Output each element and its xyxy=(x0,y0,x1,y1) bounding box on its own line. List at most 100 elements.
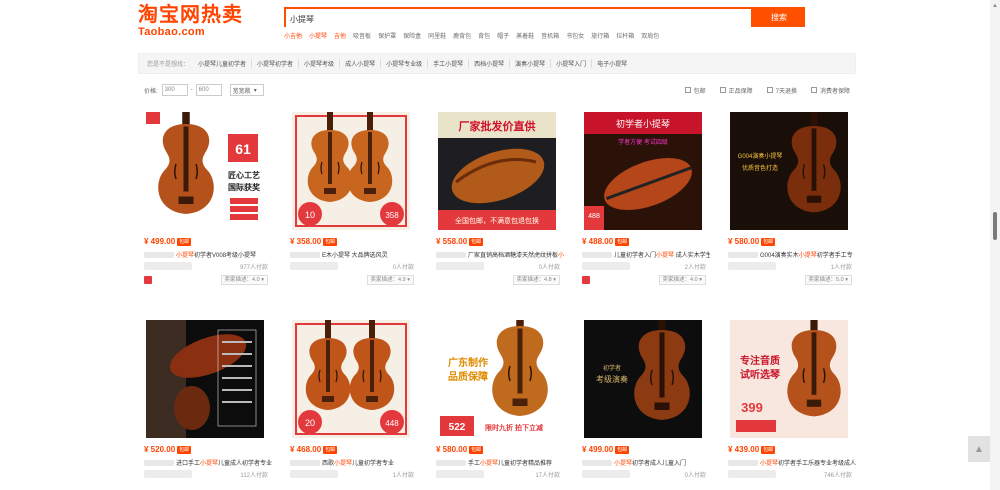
product-card[interactable]: 广东制作 品质保障 522 限时九折 拍下立减 ¥ 580.00 包邮 手工小提琴… xyxy=(430,312,568,490)
product-image[interactable]: 20 448 xyxy=(292,320,410,438)
product-image[interactable]: 初学者小提琴 学者方便 考试四级 488 xyxy=(584,112,702,230)
search-box xyxy=(284,7,753,28)
product-image[interactable]: 初学者 考级演奏 xyxy=(584,320,702,438)
suggestion-link[interactable]: 小提琴专业级 xyxy=(381,59,429,68)
product-title[interactable]: G004演奏实木小提琴初学者手工专 xyxy=(728,250,856,259)
hot-keyword[interactable]: 保险盒 xyxy=(403,31,421,40)
scrollbar-thumb[interactable] xyxy=(993,212,997,240)
product-title[interactable]: 厂家直销高档酒糖漆天然虎纹拼板小提琴 xyxy=(436,250,564,259)
service-checkbox[interactable]: 消费者保障 xyxy=(810,86,850,95)
hot-keyword[interactable]: 拉杆箱 xyxy=(616,31,634,40)
hot-keyword[interactable]: 鹿背包 xyxy=(453,31,471,40)
checkbox-box[interactable] xyxy=(684,87,691,93)
search-button[interactable]: 搜索 xyxy=(753,7,805,27)
hot-keyword[interactable]: 书包女 xyxy=(566,31,584,40)
hot-keyword[interactable]: 音机箱 xyxy=(541,31,559,40)
product-price-row: ¥ 468.00 包邮 xyxy=(290,445,338,454)
price-min-input[interactable]: 300 xyxy=(161,84,188,96)
product-title[interactable]: 进口手工小提琴儿童成人初学者专业级小 xyxy=(144,458,272,467)
product-card[interactable]: 初学者 考级演奏 ¥ 499.00 包邮 小提琴初学者成人儿童入门 0人付款 xyxy=(576,312,714,490)
shop-row: 0人付款 xyxy=(290,262,418,271)
back-to-top-button[interactable]: ▲ xyxy=(968,436,990,462)
hot-keyword[interactable]: 双肩包 xyxy=(641,31,659,40)
product-image[interactable]: 10 358 xyxy=(292,112,410,230)
product-price: ¥ 358.00 xyxy=(290,237,322,246)
shop-name-blurred[interactable] xyxy=(290,470,338,478)
hot-keyword[interactable]: 小吉他 xyxy=(284,31,302,40)
product-image[interactable]: 厂家批发价直供 全国包邮，不满意包退包换 xyxy=(438,112,556,230)
product-card[interactable]: ¥ 520.00包邮 进口手工小提琴儿童成人初学者专业级小 112人付款 xyxy=(138,312,276,490)
hot-keyword[interactable]: 同里鞋 xyxy=(428,31,446,40)
suggestion-link[interactable]: 手工小提琴 xyxy=(428,59,470,68)
suggestion-link[interactable]: 小提琴初学者 xyxy=(252,59,300,68)
search-input[interactable] xyxy=(286,11,751,28)
product-title[interactable]: 小提琴初学者手工乐器专业考级成人 xyxy=(728,458,856,467)
seller-rating[interactable]: 卖家描述：4.0 ▾ xyxy=(658,275,706,285)
product-title[interactable]: 西歌小提琴儿童初学者专业 xyxy=(290,458,418,467)
product-card[interactable]: 初学者小提琴 学者方便 考试四级 488 ¥ 488.00 包邮 儿童初学者入门小… xyxy=(576,104,714,296)
tmall-icon[interactable] xyxy=(582,276,590,284)
shop-name-blurred[interactable] xyxy=(582,262,630,270)
suggestion-link[interactable]: 小提琴入门 xyxy=(551,59,593,68)
product-image[interactable] xyxy=(146,320,264,438)
suggestion-link[interactable]: 成人小提琴 xyxy=(340,59,382,68)
hot-keyword[interactable]: 蒸着鞋 xyxy=(516,31,534,40)
blurred-text xyxy=(582,460,612,467)
shop-name-blurred[interactable] xyxy=(436,262,484,270)
checkbox-box[interactable] xyxy=(810,87,817,93)
product-card[interactable]: 10 358 ¥ 358.00 包邮 E木小提琴 大品牌选风灵 0人付款 卖家描述：… xyxy=(284,104,422,296)
suggestion-link[interactable]: 电子小提琴 xyxy=(592,59,632,68)
product-image[interactable]: G004演奏小提琴 优质音色打造 xyxy=(730,112,848,230)
hot-keyword[interactable]: 保护罩 xyxy=(378,31,396,40)
seller-rating[interactable]: 卖家描述：4.9 ▾ xyxy=(366,275,414,285)
service-checkbox[interactable]: 正品保障 xyxy=(719,86,753,95)
product-card[interactable]: 61 匠心工艺 国际获奖 ¥ 499.00 包邮 小提琴初学者V008考级小提琴 … xyxy=(138,104,276,296)
suggestion-link[interactable]: 小提琴儿童初学者 xyxy=(193,59,253,68)
product-title[interactable]: 儿童初学者入门小提琴 成人实木学生纯手 xyxy=(582,250,710,259)
product-title[interactable]: 手工小提琴儿童初学者精品推荐 xyxy=(436,458,564,467)
hot-keyword[interactable]: 旅行箱 xyxy=(591,31,609,40)
product-image[interactable]: 专注音质 试听选琴 399 xyxy=(730,320,848,438)
product-title[interactable]: 小提琴初学者成人儿童入门 xyxy=(582,458,710,467)
suggestion-link[interactable]: 西档小提琴 xyxy=(469,59,511,68)
checkbox-box[interactable] xyxy=(766,87,773,93)
product-card[interactable]: 专注音质 试听选琴 399 ¥ 439.00 包邮 小提琴初学者手工乐器专业考级成… xyxy=(722,312,860,490)
hot-keyword[interactable]: 吉他 xyxy=(334,31,346,40)
checkbox-box[interactable] xyxy=(719,87,726,93)
product-image[interactable]: 广东制作 品质保障 522 限时九折 拍下立减 xyxy=(438,320,556,438)
product-image[interactable]: 61 匠心工艺 国际获奖 xyxy=(146,112,264,230)
sort-select[interactable]: 宽宽敞 ▾ xyxy=(229,84,264,96)
shop-name-blurred[interactable] xyxy=(582,470,630,478)
suggestion-link[interactable]: 演奏小提琴 xyxy=(510,59,552,68)
hot-keyword[interactable]: 背包 xyxy=(478,31,490,40)
product-title[interactable]: 小提琴初学者V008考级小提琴 xyxy=(144,250,272,259)
tmall-icon[interactable] xyxy=(144,276,152,284)
service-checkbox[interactable]: 包邮 xyxy=(684,86,706,95)
seller-rating[interactable]: 卖家描述：4.8 ▾ xyxy=(512,275,560,285)
scrollbar-track[interactable] xyxy=(990,0,1000,490)
hot-keyword[interactable]: 吸音板 xyxy=(353,31,371,40)
scroll-up-icon[interactable]: ▲ xyxy=(992,3,998,9)
hot-keyword[interactable]: 帽子 xyxy=(497,31,509,40)
product-card[interactable]: G004演奏小提琴 优质音色打造 ¥ 580.00 包邮 G004演奏实木小提琴初… xyxy=(722,104,860,296)
shop-name-blurred[interactable] xyxy=(728,470,776,478)
shop-name-blurred[interactable] xyxy=(144,262,192,270)
taobao-logo[interactable]: 淘宝网热卖 Taobao.com xyxy=(138,4,258,38)
shop-name-blurred[interactable] xyxy=(290,262,338,270)
shop-name-blurred[interactable] xyxy=(728,262,776,270)
suggestion-link[interactable]: 小提琴考级 xyxy=(299,59,341,68)
rating-text: 卖家描述：4.8 xyxy=(516,277,552,283)
badge-price: 20 xyxy=(305,418,315,428)
service-checkbox[interactable]: 7天退换 xyxy=(766,86,797,95)
product-price-row: ¥ 580.00 包邮 xyxy=(728,237,776,246)
product-card[interactable]: 20 448 ¥ 468.00 包邮 西歌小提琴儿童初学者专业 1人付款 xyxy=(284,312,422,490)
product-title[interactable]: E木小提琴 大品牌选风灵 xyxy=(290,250,418,259)
shop-name-blurred[interactable] xyxy=(144,470,192,478)
seller-rating[interactable]: 卖家描述：5.0 ▾ xyxy=(804,275,852,285)
hot-keyword[interactable]: 小提琴 xyxy=(309,31,327,40)
seller-rating[interactable]: 卖家描述：4.0 ▾ xyxy=(220,275,268,285)
badge-price: 522 xyxy=(449,422,466,433)
price-max-input[interactable]: 600 xyxy=(195,84,222,96)
shop-name-blurred[interactable] xyxy=(436,470,484,478)
product-card[interactable]: 厂家批发价直供 全国包邮，不满意包退包换 ¥ 558.00 包邮 厂家直销高档酒糖… xyxy=(430,104,568,296)
